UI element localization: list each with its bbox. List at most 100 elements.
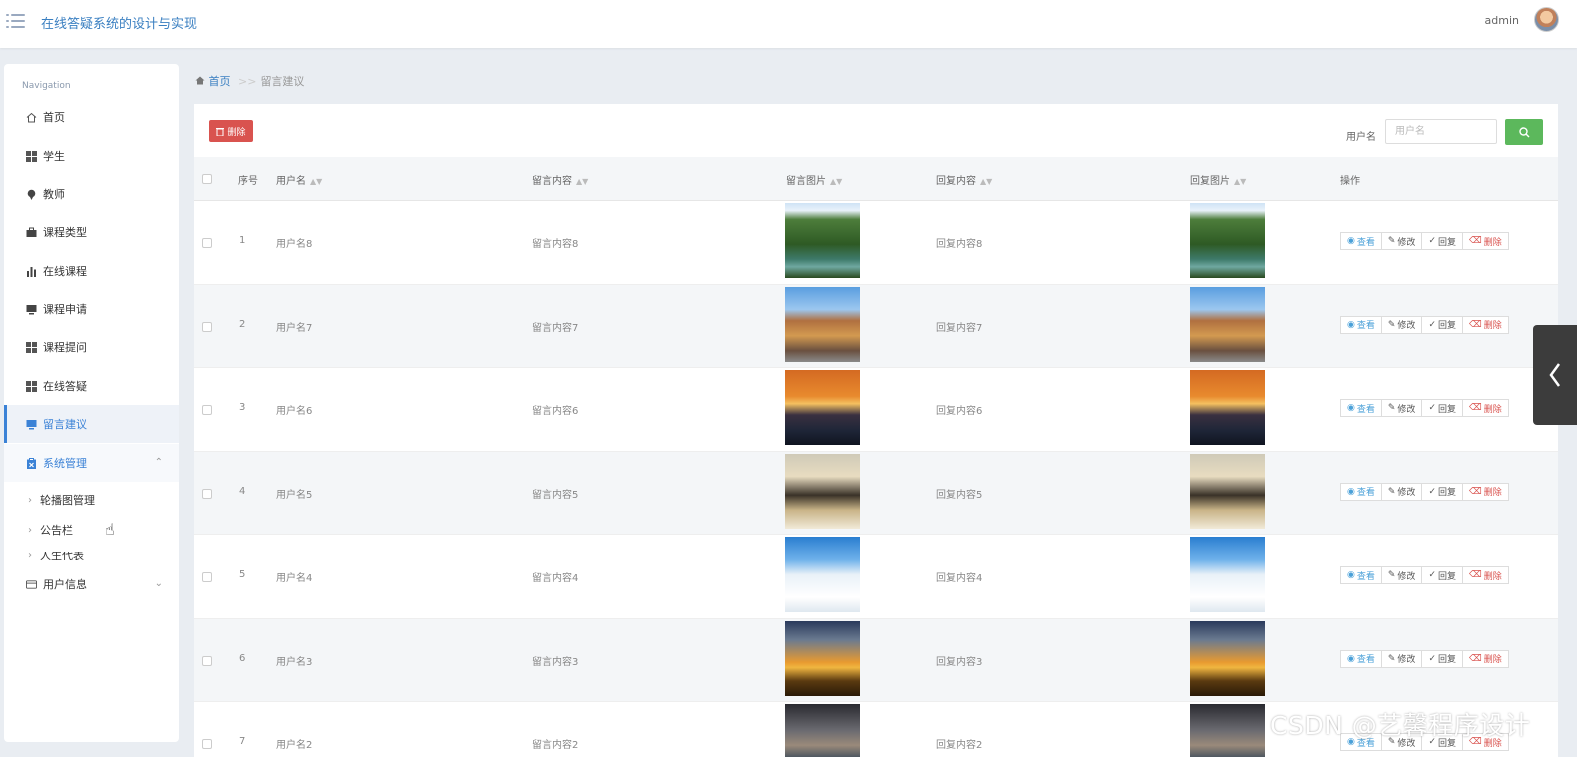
submenu-item-partial[interactable]: › 人生代表 xyxy=(4,552,179,560)
reply-button[interactable]: ✓ 回复 xyxy=(1421,399,1463,417)
edit-button[interactable]: ✎ 修改 xyxy=(1380,399,1423,417)
sidebar-item-course-types[interactable]: 课程类型 xyxy=(4,213,179,251)
delete-label: 删除 xyxy=(1483,655,1502,665)
view-button[interactable]: ◉ 查看 xyxy=(1340,482,1382,501)
grid-icon xyxy=(26,380,37,392)
row-checkbox[interactable] xyxy=(202,488,212,499)
message-image[interactable] xyxy=(785,370,860,445)
submenu-item-carousel[interactable]: › 轮播图管理 xyxy=(4,485,179,515)
search-input[interactable] xyxy=(1385,119,1497,144)
view-button[interactable]: ◉ 查看 xyxy=(1340,399,1382,417)
sidebar-item-students[interactable]: 学生 xyxy=(4,137,179,175)
edit-icon: ✎ xyxy=(1387,236,1396,246)
cell-reply: 回复内容4 xyxy=(936,573,983,584)
breadcrumb-home[interactable]: 首页 xyxy=(195,75,234,88)
cell-user: 用户名4 xyxy=(276,573,313,584)
side-panel-toggle[interactable] xyxy=(1533,325,1577,425)
message-image[interactable] xyxy=(785,704,860,757)
menu-toggle-icon[interactable] xyxy=(6,12,26,30)
header-label: 留言图片 xyxy=(786,176,826,187)
message-image[interactable] xyxy=(785,203,860,278)
edit-button[interactable]: ✎ 修改 xyxy=(1380,649,1423,668)
trash-icon: ⌫ xyxy=(1469,486,1482,497)
edit-button[interactable]: ✎ 修改 xyxy=(1380,482,1423,501)
header-reply-image[interactable]: 回复图片 ▲▼ xyxy=(1190,172,1246,187)
eye-icon: ◉ xyxy=(1347,653,1355,664)
message-image[interactable] xyxy=(785,537,860,612)
edit-button[interactable]: ✎ 修改 xyxy=(1380,566,1423,584)
reply-image[interactable] xyxy=(1190,537,1265,612)
header-reply[interactable]: 回复内容 ▲▼ xyxy=(936,172,992,187)
delete-button[interactable]: ⌫ 删除 xyxy=(1462,232,1509,250)
row-checkbox[interactable] xyxy=(202,655,212,666)
row-checkbox[interactable] xyxy=(202,739,212,749)
sidebar-item-label: 首页 xyxy=(43,111,65,124)
delete-button[interactable]: ⌫ 删除 xyxy=(1462,649,1509,668)
cell-content: 留言内容7 xyxy=(532,322,579,334)
sidebar-item-label: 课程提问 xyxy=(43,341,87,354)
reply-image[interactable] xyxy=(1190,286,1265,362)
view-button[interactable]: ◉ 查看 xyxy=(1340,649,1382,668)
reply-button[interactable]: ✓ 回复 xyxy=(1421,649,1463,668)
reply-button[interactable]: ✓ 回复 xyxy=(1421,232,1463,250)
table-row: 4 用户名5 留言内容5 回复内容5 ◉ 查看 ✎ 修改 ✓ 回复 ⌫ 删除 xyxy=(194,451,1558,535)
view-button[interactable]: ◉ 查看 xyxy=(1340,315,1382,334)
header-label: 用户名 xyxy=(276,176,306,187)
reply-button[interactable]: ✓ 回复 xyxy=(1421,315,1463,334)
row-actions: ◉ 查看 ✎ 修改 ✓ 回复 ⌫ 删除 xyxy=(1340,315,1509,334)
message-image[interactable] xyxy=(785,620,860,696)
batch-delete-button[interactable]: 删除 xyxy=(209,120,253,142)
user-name[interactable]: admin xyxy=(1485,14,1519,27)
delete-button[interactable]: ⌫ 删除 xyxy=(1462,566,1509,584)
reply-image[interactable] xyxy=(1190,453,1265,529)
trash-icon: ⌫ xyxy=(1469,403,1482,413)
reply-image[interactable] xyxy=(1190,620,1265,696)
avatar[interactable] xyxy=(1534,7,1559,32)
cell-user: 用户名6 xyxy=(276,406,313,417)
header-user[interactable]: 用户名 ▲▼ xyxy=(276,172,322,187)
reply-button[interactable]: ✓ 回复 xyxy=(1421,482,1463,501)
sidebar-item-course-questions[interactable]: 课程提问 xyxy=(4,328,179,366)
sidebar-item-online-qa[interactable]: 在线答疑 xyxy=(4,367,179,405)
header-content[interactable]: 留言内容 ▲▼ xyxy=(532,172,588,187)
reply-image[interactable] xyxy=(1190,203,1265,278)
message-image[interactable] xyxy=(785,286,860,362)
monitor-icon xyxy=(26,419,37,430)
sidebar-item-user-info[interactable]: 用户信息 ⌄ xyxy=(4,565,179,603)
reply-button[interactable]: ✓ 回复 xyxy=(1421,566,1463,584)
row-checkbox[interactable] xyxy=(202,321,212,332)
cell-content: 留言内容5 xyxy=(532,489,579,501)
row-actions: ◉ 查看 ✎ 修改 ✓ 回复 ⌫ 删除 xyxy=(1340,482,1509,501)
row-checkbox[interactable] xyxy=(202,238,212,248)
header-image[interactable]: 留言图片 ▲▼ xyxy=(786,172,842,187)
sidebar-item-suggestions[interactable]: 留言建议 xyxy=(4,405,179,443)
sidebar-item-online-courses[interactable]: 在线课程 xyxy=(4,252,179,290)
delete-button[interactable]: ⌫ 删除 xyxy=(1462,399,1509,417)
cell-reply: 回复内容8 xyxy=(936,239,983,250)
message-image[interactable] xyxy=(785,453,860,529)
edit-button[interactable]: ✎ 修改 xyxy=(1380,315,1423,334)
edit-label: 修改 xyxy=(1397,488,1416,498)
sidebar-item-course-applications[interactable]: 课程申请 xyxy=(4,290,179,328)
sidebar-item-system-management[interactable]: 系统管理 ⌃ xyxy=(4,444,179,482)
batch-delete-label: 删除 xyxy=(227,127,246,138)
delete-button[interactable]: ⌫ 删除 xyxy=(1462,482,1509,501)
sidebar-item-label: 在线答疑 xyxy=(43,380,87,393)
sidebar-item-label: 在线课程 xyxy=(43,265,87,278)
watermark: CSDN @艺馨程序设计 xyxy=(1270,711,1531,740)
reply-image[interactable] xyxy=(1190,704,1265,757)
row-checkbox[interactable] xyxy=(202,405,212,415)
view-button[interactable]: ◉ 查看 xyxy=(1340,566,1382,584)
sidebar-item-home[interactable]: 首页 xyxy=(4,98,179,136)
row-checkbox[interactable] xyxy=(202,572,212,582)
reply-image[interactable] xyxy=(1190,370,1265,445)
breadcrumb: 首页 >> 留言建议 xyxy=(195,73,304,89)
view-button[interactable]: ◉ 查看 xyxy=(1340,232,1382,250)
delete-button[interactable]: ⌫ 删除 xyxy=(1462,315,1509,334)
eye-icon: ◉ xyxy=(1347,570,1355,580)
search-button[interactable] xyxy=(1505,119,1543,145)
select-all-checkbox[interactable] xyxy=(202,174,212,184)
sidebar-item-teachers[interactable]: 教师 xyxy=(4,175,179,213)
edit-button[interactable]: ✎ 修改 xyxy=(1380,232,1423,250)
submenu-item-notice-board[interactable]: › 公告栏 xyxy=(4,515,179,545)
